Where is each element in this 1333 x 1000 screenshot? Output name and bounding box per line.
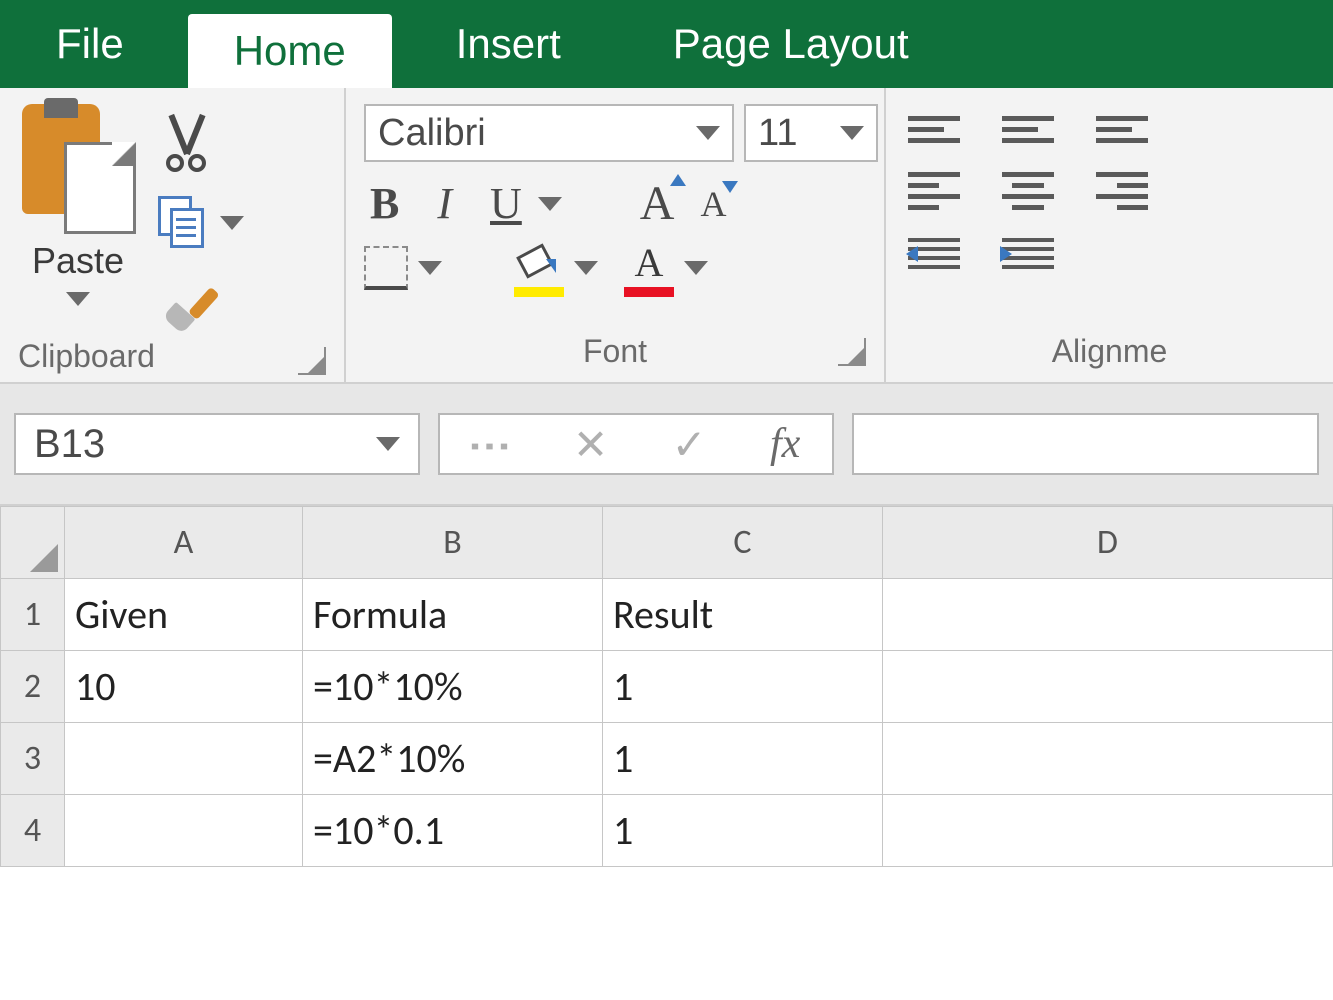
arrow-left-icon <box>906 246 918 262</box>
align-bottom-button[interactable] <box>1096 108 1148 150</box>
cell[interactable]: =10*0.1 <box>303 795 603 867</box>
row-header[interactable]: 2 <box>1 651 65 723</box>
formula-bar: B13 ⋮ ✕ ✓ fx <box>0 384 1333 506</box>
name-box[interactable]: B13 <box>14 413 420 475</box>
cell[interactable]: =10*10% <box>303 651 603 723</box>
borders-button[interactable] <box>364 246 408 290</box>
paste-button[interactable]: Paste <box>10 94 150 306</box>
group-clipboard: Paste Cl <box>0 88 346 382</box>
name-box-value: B13 <box>34 422 105 467</box>
arrow-down-icon <box>722 181 738 193</box>
cell[interactable] <box>65 723 303 795</box>
cell[interactable] <box>65 795 303 867</box>
paste-icon <box>18 104 138 234</box>
font-size-value: 11 <box>758 112 797 155</box>
align-middle-button[interactable] <box>1002 108 1054 150</box>
row-header[interactable]: 3 <box>1 723 65 795</box>
decrease-font-button[interactable]: A <box>700 183 726 225</box>
chevron-down-icon[interactable] <box>574 261 598 275</box>
cell[interactable]: =A2*10% <box>303 723 603 795</box>
chevron-down-icon[interactable] <box>220 216 244 230</box>
arrow-right-icon <box>1000 246 1012 262</box>
group-alignment: Alignme <box>886 88 1333 382</box>
cell[interactable] <box>883 723 1333 795</box>
cell[interactable]: Given <box>65 579 303 651</box>
col-header-D[interactable]: D <box>883 507 1333 579</box>
table-row: 3 =A2*10% 1 <box>1 723 1333 795</box>
formula-input[interactable] <box>852 413 1319 475</box>
table-row: 4 =10*0.1 1 <box>1 795 1333 867</box>
cell[interactable] <box>883 651 1333 723</box>
font-size-combo[interactable]: 11 <box>744 104 878 162</box>
tab-home[interactable]: Home <box>188 14 392 88</box>
font-name-combo[interactable]: Calibri <box>364 104 734 162</box>
row-header[interactable]: 4 <box>1 795 65 867</box>
cell[interactable] <box>883 579 1333 651</box>
group-label: Clipboard <box>18 338 155 375</box>
select-all-corner[interactable] <box>1 507 65 579</box>
chevron-down-icon[interactable] <box>66 292 90 306</box>
italic-button[interactable]: I <box>431 176 458 231</box>
formula-bar-buttons: ⋮ ✕ ✓ fx <box>438 413 834 475</box>
col-header-C[interactable]: C <box>603 507 883 579</box>
underline-button[interactable]: U <box>484 176 528 231</box>
tab-page-layout[interactable]: Page Layout <box>617 0 965 88</box>
worksheet[interactable]: A B C D 1 Given Formula Result 2 10 =10*… <box>0 506 1333 867</box>
table-row: 1 Given Formula Result <box>1 579 1333 651</box>
align-left-button[interactable] <box>908 170 960 212</box>
cell[interactable] <box>883 795 1333 867</box>
tab-insert[interactable]: Insert <box>400 0 617 88</box>
group-font: Calibri 11 B I U A <box>346 88 886 382</box>
col-header-A[interactable]: A <box>65 507 303 579</box>
bold-button[interactable]: B <box>364 176 405 231</box>
cell[interactable]: 1 <box>603 651 883 723</box>
chevron-down-icon[interactable] <box>418 261 442 275</box>
cell[interactable]: 1 <box>603 723 883 795</box>
tab-file[interactable]: File <box>0 0 180 88</box>
chevron-down-icon[interactable] <box>696 126 720 140</box>
cell[interactable]: 10 <box>65 651 303 723</box>
table-row: 2 10 =10*10% 1 <box>1 651 1333 723</box>
paste-label: Paste <box>32 240 124 282</box>
increase-font-button[interactable]: A <box>640 176 675 231</box>
ribbon: Paste Cl <box>0 88 1333 384</box>
cell[interactable]: 1 <box>603 795 883 867</box>
dialog-launcher-icon[interactable] <box>298 347 326 375</box>
arrow-up-icon <box>670 174 686 186</box>
cancel-icon[interactable]: ✕ <box>573 420 608 469</box>
font-color-button[interactable]: A <box>624 245 674 291</box>
chevron-down-icon[interactable] <box>376 437 400 451</box>
row-header[interactable]: 1 <box>1 579 65 651</box>
group-label: Font <box>583 333 647 370</box>
dialog-launcher-icon[interactable] <box>838 338 866 366</box>
fx-icon[interactable]: fx <box>770 420 800 468</box>
align-right-button[interactable] <box>1096 170 1148 212</box>
group-label: Alignme <box>1052 333 1168 370</box>
cell[interactable]: Formula <box>303 579 603 651</box>
increase-indent-button[interactable] <box>1002 232 1054 274</box>
chevron-down-icon[interactable] <box>684 261 708 275</box>
cell[interactable]: Result <box>603 579 883 651</box>
font-name-value: Calibri <box>378 112 486 155</box>
ribbon-tabs: File Home Insert Page Layout <box>0 0 1333 88</box>
decrease-indent-button[interactable] <box>908 232 960 274</box>
col-header-B[interactable]: B <box>303 507 603 579</box>
align-center-button[interactable] <box>1002 170 1054 212</box>
fill-color-button[interactable] <box>514 245 564 291</box>
chevron-down-icon[interactable] <box>538 197 562 211</box>
chevron-down-icon[interactable] <box>840 126 864 140</box>
expand-icon[interactable]: ⋮ <box>466 425 515 463</box>
enter-icon[interactable]: ✓ <box>671 420 706 469</box>
align-top-button[interactable] <box>908 108 960 150</box>
copy-button[interactable] <box>158 196 206 250</box>
triangle-icon <box>30 544 58 572</box>
format-painter-button[interactable] <box>158 278 214 334</box>
cut-button[interactable] <box>158 112 214 168</box>
